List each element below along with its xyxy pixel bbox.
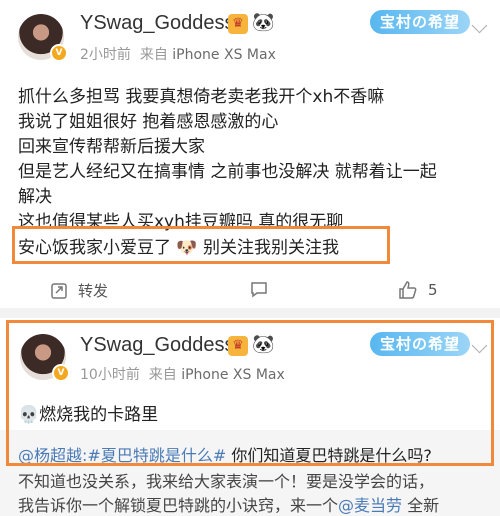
post-time: 2小时前 — [80, 47, 131, 63]
panda-emoji-icon: 🐼 — [252, 12, 275, 33]
comment-icon — [251, 282, 267, 298]
repost-body-text: 全新 — [402, 496, 440, 515]
repost-body-text: 我告诉你一个解锁夏巴特跳的小诀窍，来一个 — [18, 496, 339, 515]
post-meta: 2小时前 来自 iPhone XS Max — [80, 44, 276, 64]
repost-button[interactable]: 转发 — [50, 280, 108, 301]
fan-tag[interactable]: 宝村の希望 — [370, 10, 471, 34]
comment-button[interactable] — [250, 280, 268, 298]
post-text-line: 但是艺人经纪又在搞事情 之前事也没解决 就帮着让一起 — [18, 162, 437, 182]
verified-badge-icon: V — [50, 44, 68, 62]
post-text-line: 抓什么多担骂 我要真想倚老卖老我开个xh不香嘛 — [18, 87, 385, 107]
thumbs-up-icon — [399, 281, 417, 299]
repost-label: 转发 — [78, 282, 109, 300]
post-text-line: 回来宣传帮帮新后援大家 — [18, 137, 205, 157]
post-2: V YSwag_Goddess ♛ 🐼 10小时前 来自 iPhone XS M… — [0, 318, 500, 516]
repost-icon — [51, 282, 67, 299]
divider — [0, 308, 500, 318]
post-text-line: 我说了姐姐很好 抱着感恩感激的心 — [18, 112, 279, 132]
repost-body-line: 我告诉你一个解锁夏巴特跳的小诀窍，来一个@麦当劳 全新 — [18, 492, 439, 516]
crown-emoji-icon: ♛ — [228, 14, 248, 34]
repost-body-line: 不知道也没关系，我来给大家表演一个！要是没学会的话， — [18, 472, 435, 491]
post-1: V YSwag_Goddess ♛ 🐼 2小时前 来自 iPhone XS Ma… — [0, 0, 500, 310]
username[interactable]: YSwag_Goddess — [80, 12, 235, 35]
highlight-box — [12, 226, 390, 264]
chevron-down-icon[interactable] — [471, 17, 488, 34]
highlight-box — [6, 320, 494, 466]
like-button[interactable]: 5 — [398, 280, 438, 300]
device-name[interactable]: iPhone XS Max — [172, 47, 276, 63]
like-count: 5 — [428, 281, 438, 299]
mention-link[interactable]: @麦当劳 — [338, 496, 402, 515]
post-text-line: 解决 — [18, 187, 52, 207]
source-prefix: 来自 — [139, 47, 168, 63]
